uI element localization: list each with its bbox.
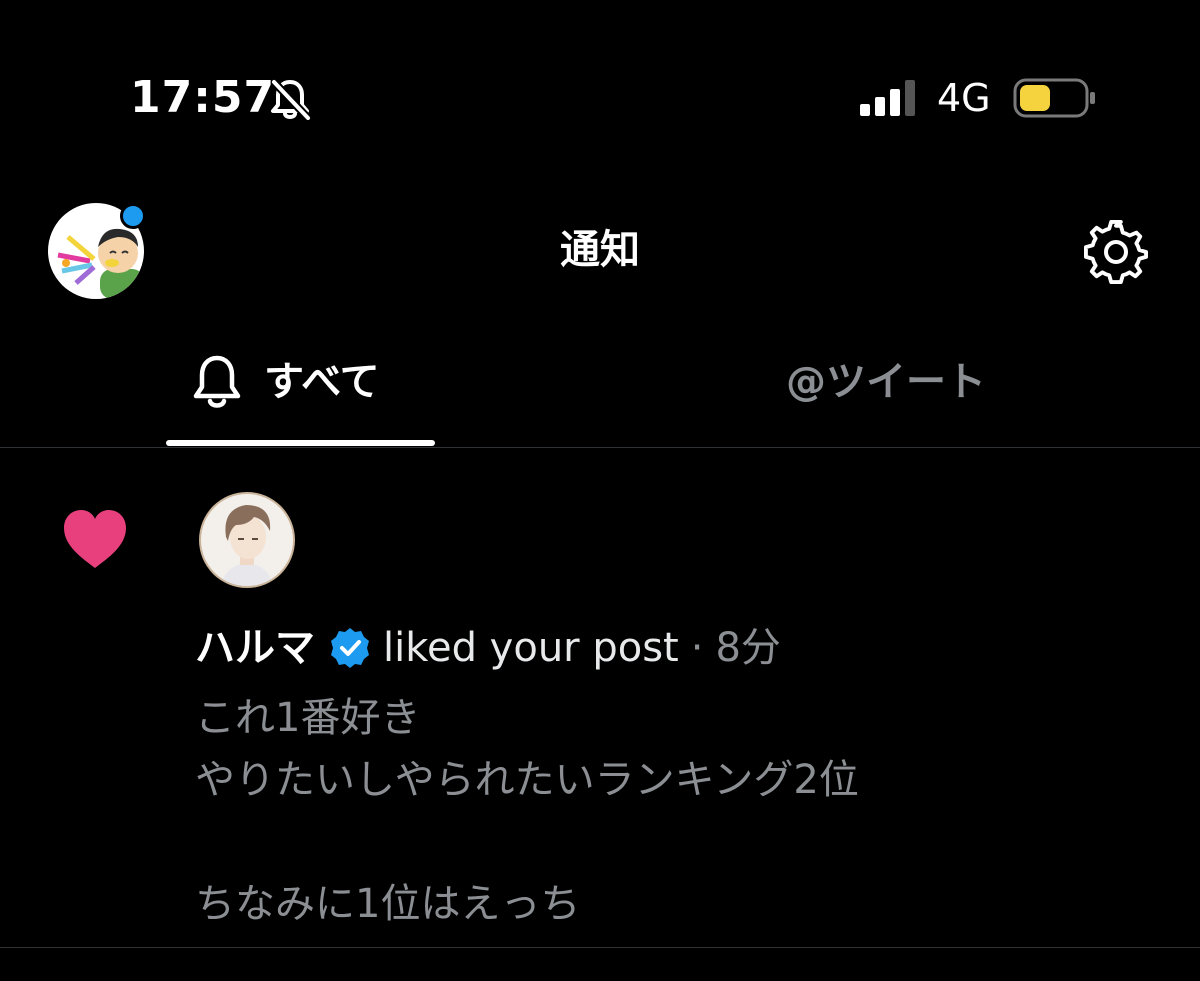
notification-divider [0,947,1200,948]
page-title: 通知 [560,227,640,273]
signal-icon [860,80,915,116]
tab-all-label: すべて [264,359,380,405]
status-time: 17:57 [130,72,276,123]
user-avatar[interactable] [198,491,296,589]
settings-gear-icon[interactable] [1084,220,1148,284]
tab-all[interactable]: すべて [192,350,380,414]
heart-icon [64,510,126,568]
notification-time: 8分 [715,625,781,671]
network-type: 4G [937,76,991,120]
bell-icon [193,355,241,408]
post-text-line: ちなみに1位はえっち [195,881,581,927]
post-text-line: やりたいしやられたいランキング2位 [195,757,859,803]
active-tab-indicator [166,440,435,446]
tabs-divider [0,447,1200,448]
user-name[interactable]: ハルマ [195,620,315,676]
notification-action: liked your post [383,625,679,671]
separator-dot: · [690,625,704,671]
tab-mentions-label: @ツイート [786,359,986,405]
notifications-screen: 17:57 4G 通知 すべて @ツイート ハルマ liked your pos… [0,0,1200,981]
tab-mentions[interactable]: @ツイート [786,350,986,414]
battery-icon [1013,78,1095,118]
user-avatar-image [199,492,295,588]
post-text-line: これ1番好き [195,695,421,741]
verified-badge-icon [331,628,369,668]
notification-text: ハルマ liked your post · 8分 [195,620,781,676]
mute-bell-icon [271,79,311,120]
